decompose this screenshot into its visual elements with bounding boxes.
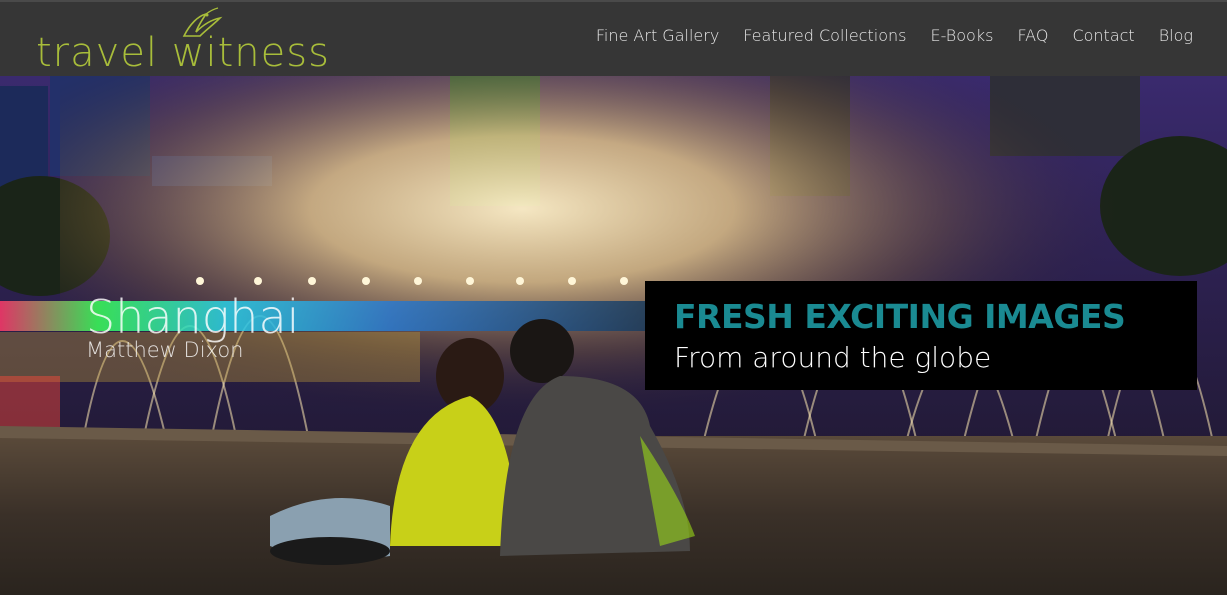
nav-faq[interactable]: FAQ	[1017, 26, 1048, 45]
promo-box: FRESH EXCITING IMAGES From around the gl…	[645, 281, 1197, 390]
nav-featured-collections[interactable]: Featured Collections	[743, 26, 906, 45]
nav-fine-art-gallery[interactable]: Fine Art Gallery	[596, 26, 719, 45]
logo-text: travel witness	[36, 30, 330, 76]
slide-caption: Shanghai Matthew Dixon	[86, 292, 299, 362]
promo-subline: From around the globe	[674, 341, 992, 374]
caption-title: Shanghai	[86, 290, 300, 344]
nav-e-books[interactable]: E-Books	[930, 26, 993, 45]
site-header: travel witness Fine Art Gallery Featured…	[0, 0, 1227, 76]
nav-blog[interactable]: Blog	[1159, 26, 1193, 45]
nav-contact[interactable]: Contact	[1072, 26, 1134, 45]
hero-banner[interactable]: Shanghai Matthew Dixon FRESH EXCITING IM…	[0, 76, 1227, 595]
promo-headline: FRESH EXCITING IMAGES	[674, 297, 1126, 336]
main-nav: Fine Art Gallery Featured Collections E-…	[596, 26, 1193, 45]
site-logo[interactable]: travel witness	[36, 7, 329, 76]
